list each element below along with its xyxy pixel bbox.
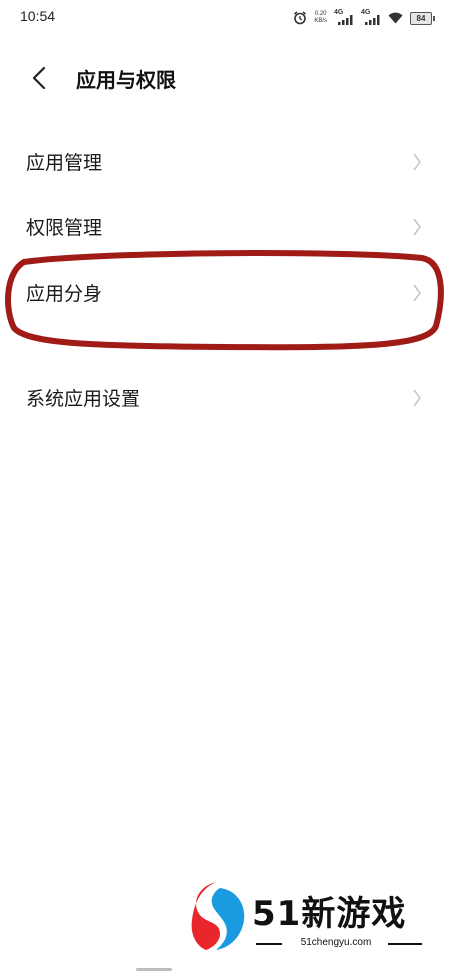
status-bar: 10:54 0.20 KB/s 4G 4G 84 (0, 0, 450, 36)
sim1-signal: 4G (334, 9, 354, 25)
sim2-signal: 4G (361, 9, 381, 25)
watermark-title: 51新游戏 (252, 894, 407, 934)
back-button[interactable] (26, 64, 54, 92)
net-speed-unit: KB/s (314, 18, 327, 24)
signal-icon (365, 15, 380, 25)
home-indicator[interactable] (136, 968, 172, 971)
chevron-right-icon (413, 153, 421, 171)
battery-icon: 84 (410, 11, 435, 25)
status-time: 10:54 (20, 8, 56, 24)
signal-icon (338, 15, 353, 25)
menu-item-label: 应用管理 (26, 152, 103, 174)
menu-item-system-app-settings[interactable]: 系统应用设置 (0, 370, 450, 426)
menu-item-label: 权限管理 (26, 217, 103, 239)
net-speed-value: 0.20 (314, 11, 327, 17)
chevron-left-icon (32, 66, 46, 90)
menu-item-permission-management[interactable]: 权限管理 (0, 199, 450, 255)
wifi-icon (388, 12, 403, 24)
network-speed: 0.20 KB/s (314, 11, 327, 25)
logo-icon (191, 882, 245, 950)
watermark: 51新游戏 51chengyu.com (190, 880, 430, 952)
watermark-rule-right (388, 943, 422, 945)
chevron-right-icon (413, 389, 421, 407)
highlight-ellipse (5, 250, 444, 351)
header: 应用与权限 (0, 50, 450, 106)
menu-item-app-management[interactable]: 应用管理 (0, 134, 450, 190)
status-icons: 0.20 KB/s 4G 4G 84 (293, 9, 435, 27)
menu-item-label: 系统应用设置 (26, 388, 141, 410)
chevron-right-icon (413, 218, 421, 236)
page-title: 应用与权限 (76, 68, 176, 92)
alarm-icon (294, 11, 307, 25)
